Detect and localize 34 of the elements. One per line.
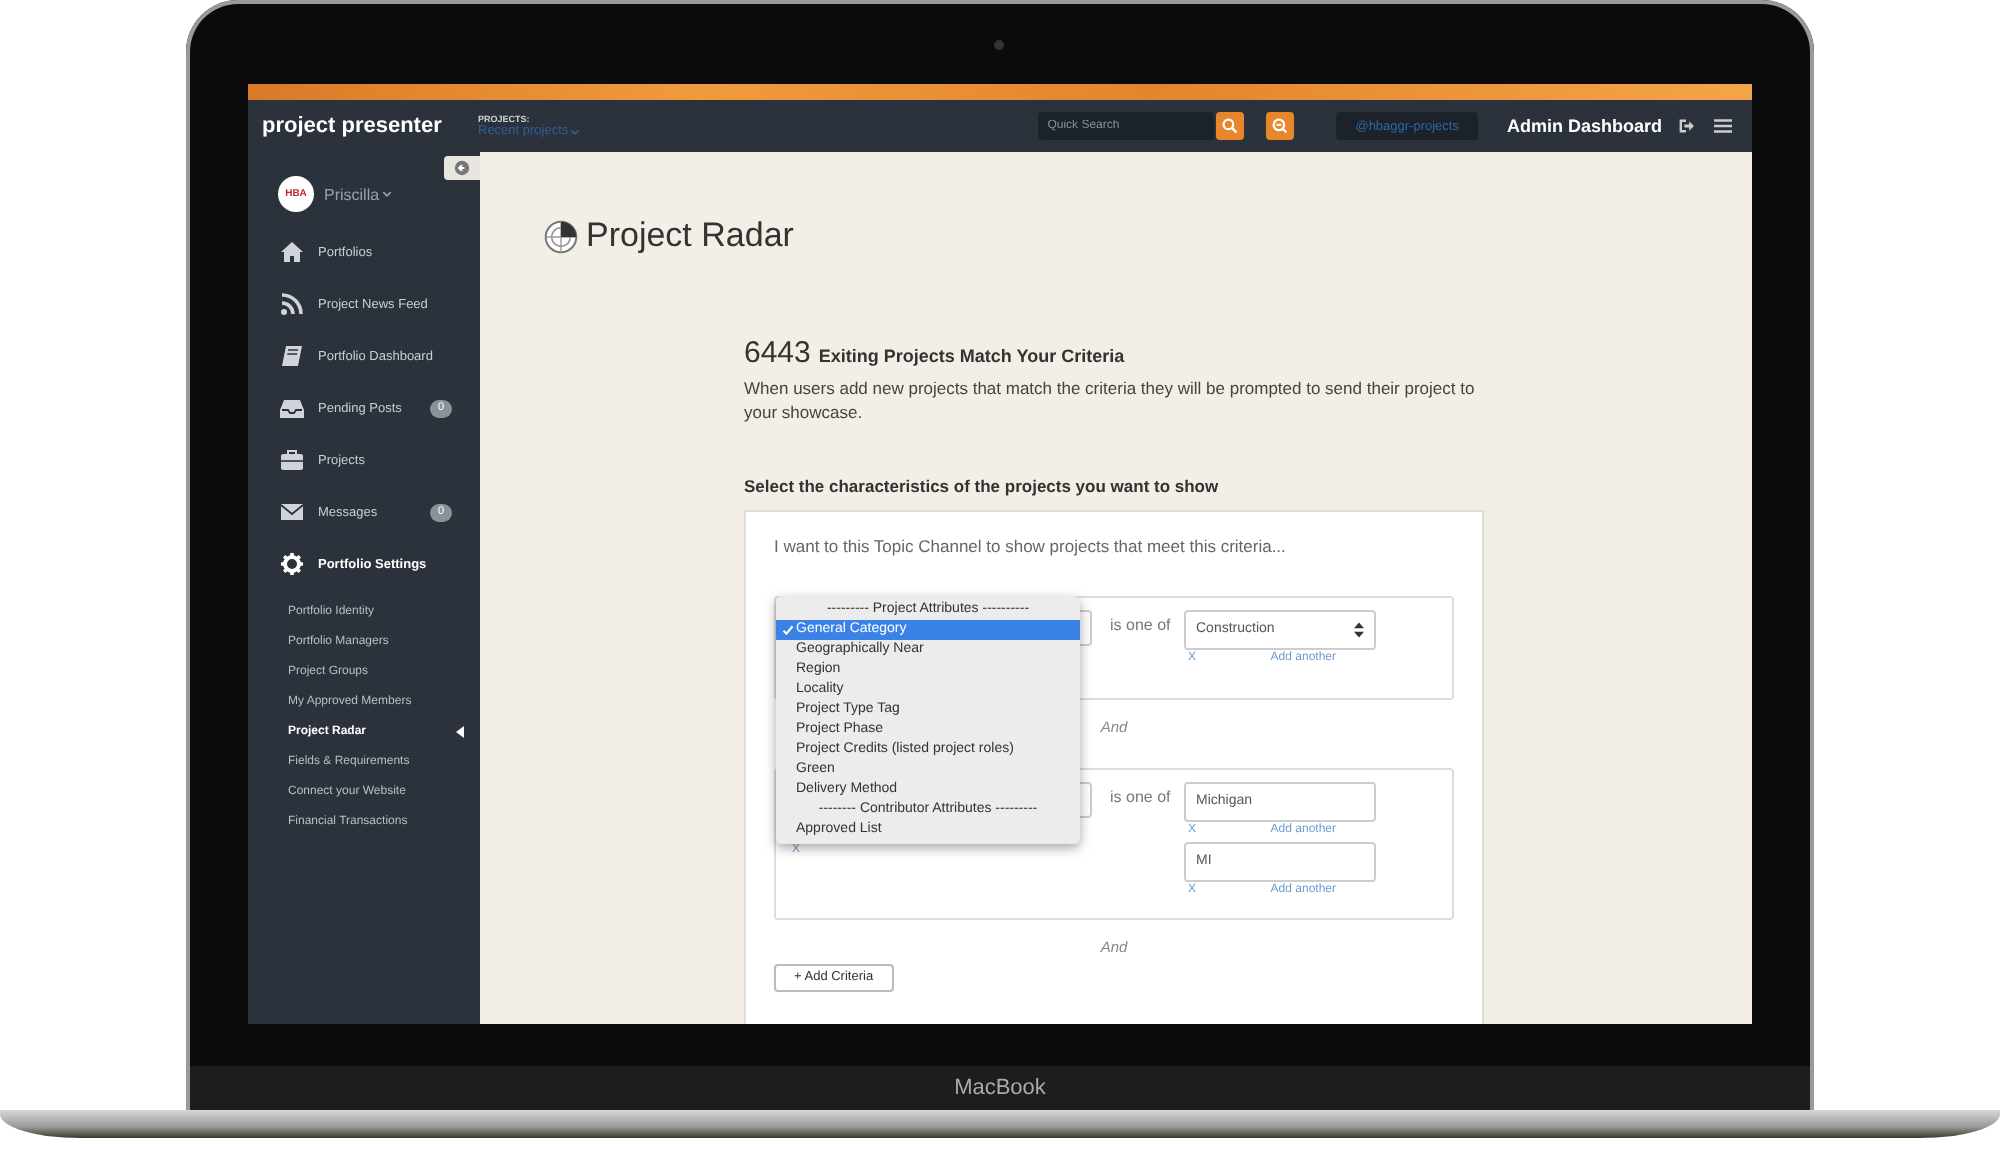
inbox-icon xyxy=(280,396,304,420)
sign-out-icon[interactable] xyxy=(1678,118,1694,134)
collapse-tab[interactable] xyxy=(444,156,480,180)
radar-icon xyxy=(544,219,578,253)
envelope-icon xyxy=(280,500,304,524)
operator-label: is one of xyxy=(1110,787,1173,806)
chevron-down-icon xyxy=(570,127,581,136)
arrow-left-icon xyxy=(454,160,470,176)
search-button[interactable] xyxy=(1215,112,1244,140)
chevron-down-icon xyxy=(381,190,392,198)
intro-text: I want to this Topic Channel to show projects that meet this criteria... xyxy=(774,535,1288,556)
caret-left-icon xyxy=(456,725,464,737)
rss-icon xyxy=(280,292,304,316)
match-label: Exiting Projects Match Your Criteria xyxy=(818,346,1125,366)
operator-label: is one of xyxy=(1110,615,1173,634)
description-text: When users add new projects that match the criteria they will be prompted to send their project to your showcase. xyxy=(744,378,1477,426)
user-menu[interactable]: Priscilla xyxy=(324,185,392,203)
device-label: MacBook xyxy=(190,1066,1810,1110)
zoom-out-icon xyxy=(1271,118,1288,134)
search-icon xyxy=(1221,118,1238,134)
house-icon xyxy=(280,240,304,264)
admin-dashboard-link[interactable]: Admin Dashboard xyxy=(1506,116,1662,136)
match-count: 6443 xyxy=(744,336,811,370)
book-icon xyxy=(280,344,304,368)
app-logo[interactable]: project presenter xyxy=(248,114,478,138)
briefcase-icon xyxy=(280,448,304,472)
settings-icon xyxy=(280,552,304,576)
camera-icon xyxy=(994,40,1004,50)
menu-icon[interactable] xyxy=(1714,118,1732,134)
page-title: Project Radar xyxy=(586,216,794,256)
zoom-button[interactable] xyxy=(1265,112,1294,140)
checkmark-icon xyxy=(782,623,794,636)
spinner-arrows-icon xyxy=(1354,621,1364,638)
section-heading: Select the characteristics of the projects you want to show xyxy=(744,475,1221,496)
